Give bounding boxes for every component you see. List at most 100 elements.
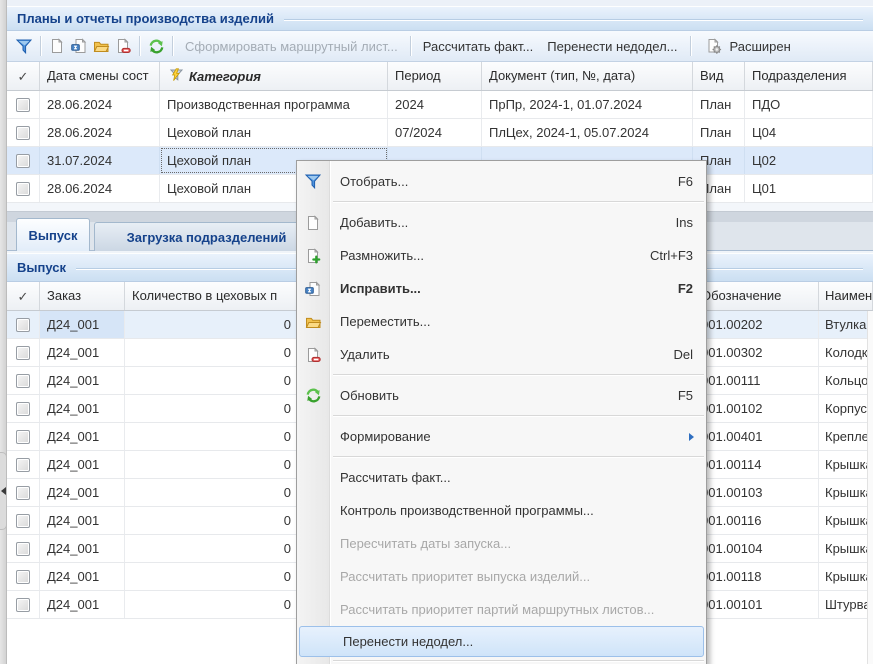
doc-plus-icon bbox=[297, 248, 329, 264]
row-checkbox[interactable] bbox=[16, 430, 30, 444]
row-checkbox[interactable] bbox=[16, 514, 30, 528]
page-title: Планы и отчеты производства изделий bbox=[17, 11, 274, 26]
checkbox-cell bbox=[7, 479, 40, 506]
checkbox-cell bbox=[7, 423, 40, 450]
vertical-scrollbar[interactable] bbox=[867, 311, 873, 664]
checkbox-cell bbox=[7, 367, 40, 394]
column-header-name[interactable]: Наимен bbox=[819, 282, 873, 310]
cell-division: ПДО bbox=[745, 91, 873, 118]
cell-code: 001.00302 bbox=[697, 339, 819, 366]
menu-item[interactable]: Формирование bbox=[297, 420, 706, 453]
cell-qty: 0 bbox=[125, 339, 300, 366]
column-header-date[interactable]: Дата смены сост bbox=[40, 62, 160, 90]
cell-code: 001.00202 bbox=[697, 311, 819, 338]
menu-item-label: Добавить... bbox=[340, 215, 676, 230]
column-header-code[interactable]: Обозначение bbox=[697, 282, 819, 310]
filter-icon[interactable] bbox=[13, 35, 35, 57]
delete-icon[interactable] bbox=[112, 35, 134, 57]
menu-item[interactable]: Исправить...F2 bbox=[297, 272, 706, 305]
menu-separator bbox=[297, 371, 706, 379]
plans-table-header: ✓ Дата смены сост Категория Период Докум… bbox=[7, 62, 873, 91]
row-checkbox[interactable] bbox=[16, 182, 30, 196]
collapse-handle[interactable] bbox=[0, 452, 7, 530]
cell-qty: 0 bbox=[125, 311, 300, 338]
menu-item[interactable]: Контроль производственной программы... bbox=[297, 494, 706, 527]
column-header-kind[interactable]: Вид bbox=[693, 62, 745, 90]
menu-item[interactable]: Добавить...Ins bbox=[297, 206, 706, 239]
column-header-qty[interactable]: Количество в цеховых п bbox=[125, 282, 300, 310]
checkbox-cell bbox=[7, 507, 40, 534]
title-rule bbox=[284, 19, 863, 20]
menu-item[interactable]: Рассчитать приоритет партий маршрутных л… bbox=[297, 593, 706, 626]
menu-separator bbox=[297, 198, 706, 206]
cell-name: Крышка bbox=[819, 479, 873, 506]
row-checkbox[interactable] bbox=[16, 402, 30, 416]
menu-item[interactable]: Отобрать...F6 bbox=[297, 165, 706, 198]
column-header-period[interactable]: Период bbox=[388, 62, 482, 90]
menu-item-label: Исправить... bbox=[340, 281, 678, 296]
checkbox-cell bbox=[7, 119, 40, 146]
row-checkbox[interactable] bbox=[16, 570, 30, 584]
menu-item[interactable]: Рассчитать факт... bbox=[297, 461, 706, 494]
menu-item[interactable]: ОбновитьF5 bbox=[297, 379, 706, 412]
row-checkbox[interactable] bbox=[16, 458, 30, 472]
row-checkbox[interactable] bbox=[16, 374, 30, 388]
row-checkbox[interactable] bbox=[16, 98, 30, 112]
transfer-backlog-button[interactable]: Перенести недодел... bbox=[540, 36, 684, 57]
menu-item-shortcut: F6 bbox=[678, 174, 693, 189]
calc-fact-button[interactable]: Рассчитать факт... bbox=[416, 36, 541, 57]
add-icon[interactable] bbox=[46, 35, 68, 57]
extended-button-label: Расширен bbox=[730, 39, 791, 54]
cell-code: 001.00118 bbox=[697, 563, 819, 590]
tab-vypusk[interactable]: Выпуск bbox=[16, 218, 90, 251]
cell-code: 001.00111 bbox=[697, 367, 819, 394]
move-folder-icon[interactable] bbox=[90, 35, 112, 57]
row-checkbox[interactable] bbox=[16, 318, 30, 332]
toolbar-separator bbox=[410, 36, 411, 56]
row-checkbox[interactable] bbox=[16, 154, 30, 168]
form-route-list-button: Сформировать маршрутный лист... bbox=[178, 36, 405, 57]
checkbox-cell bbox=[7, 591, 40, 618]
column-header-order[interactable]: Заказ bbox=[40, 282, 125, 310]
cell-code: 001.00102 bbox=[697, 395, 819, 422]
menu-item-label: Отобрать... bbox=[340, 174, 678, 189]
menu-item[interactable]: Переместить... bbox=[297, 305, 706, 338]
cell-qty: 0 bbox=[125, 367, 300, 394]
column-header-category[interactable]: Категория bbox=[160, 62, 388, 90]
tab-zagruzka-podrazdeleniy[interactable]: Загрузка подразделений bbox=[94, 222, 319, 251]
plans-table-row[interactable]: 28.06.2024Производственная программа2024… bbox=[7, 91, 873, 119]
column-header-document[interactable]: Документ (тип, №, дата) bbox=[482, 62, 693, 90]
doc-minus-icon bbox=[297, 347, 329, 363]
column-header-division[interactable]: Подразделения bbox=[745, 62, 873, 90]
context-menu: Отобрать...F6 Добавить...InsРазмножить...… bbox=[296, 160, 707, 664]
cell-name: Крепле bbox=[819, 423, 873, 450]
menu-item[interactable]: Размножить...Ctrl+F3 bbox=[297, 239, 706, 272]
plans-table-row[interactable]: 28.06.2024Цеховой план07/2024ПлЦех, 2024… bbox=[7, 119, 873, 147]
refresh-icon[interactable] bbox=[145, 35, 167, 57]
menu-item[interactable]: Пересчитать даты запуска... bbox=[297, 527, 706, 560]
folder-icon bbox=[297, 314, 329, 330]
menu-item[interactable]: Рассчитать приоритет выпуска изделий... bbox=[297, 560, 706, 593]
checkbox-cell bbox=[7, 147, 40, 174]
menu-item[interactable]: УдалитьDel bbox=[297, 338, 706, 371]
cell-kind: План bbox=[693, 119, 745, 146]
row-checkbox[interactable] bbox=[16, 598, 30, 612]
row-checkbox[interactable] bbox=[16, 346, 30, 360]
row-checkbox[interactable] bbox=[16, 542, 30, 556]
row-checkbox[interactable] bbox=[16, 486, 30, 500]
cell-division: Ц01 bbox=[745, 175, 873, 202]
row-checkbox[interactable] bbox=[16, 126, 30, 140]
cell-code: 001.00103 bbox=[697, 479, 819, 506]
extended-button[interactable]: Расширен bbox=[696, 32, 798, 60]
cell-date: 31.07.2024 bbox=[40, 147, 160, 174]
panel-collapse-strip[interactable] bbox=[0, 0, 7, 664]
cell-kind: План bbox=[693, 91, 745, 118]
toolbar-separator bbox=[172, 36, 173, 56]
menu-item[interactable]: Перенести недодел... bbox=[299, 626, 704, 657]
menu-separator bbox=[297, 412, 706, 420]
toolbar-separator bbox=[690, 36, 691, 56]
edit-icon[interactable] bbox=[68, 35, 90, 57]
window-title-bar: Планы и отчеты производства изделий bbox=[7, 6, 873, 31]
toolbar: Сформировать маршрутный лист... Рассчита… bbox=[7, 31, 873, 62]
checkbox-cell bbox=[7, 395, 40, 422]
